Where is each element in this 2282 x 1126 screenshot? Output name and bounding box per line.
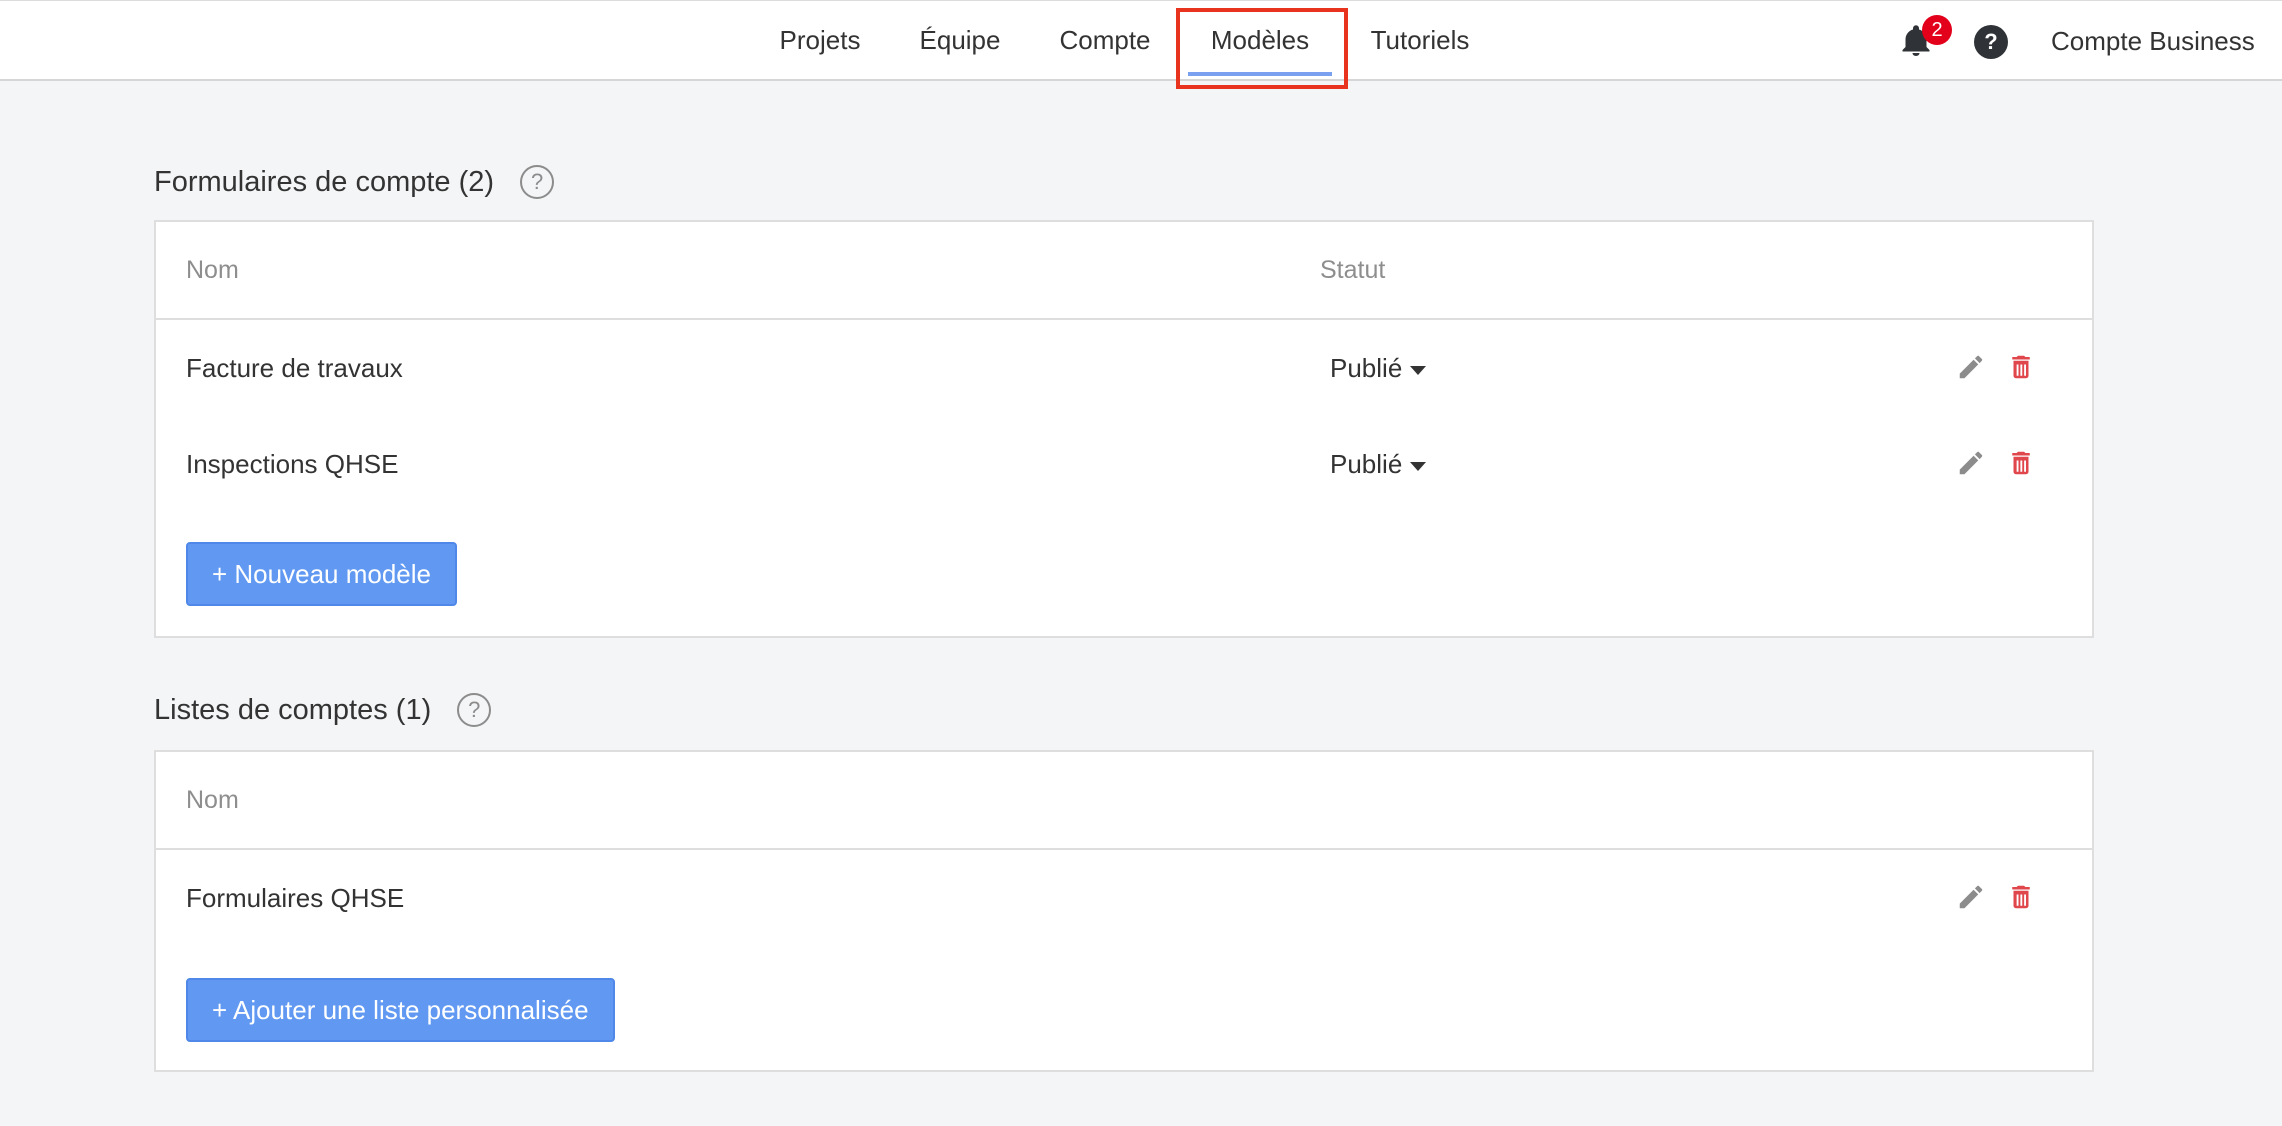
lists-table: Nom Formulaires QHSE + Ajouter une liste… xyxy=(154,750,2094,1072)
column-header-name: Nom xyxy=(186,785,239,814)
column-header-status: Statut xyxy=(1320,255,1386,284)
table-row: Formulaires QHSE xyxy=(156,850,2092,946)
trash-icon[interactable] xyxy=(2006,882,2038,914)
new-template-button[interactable]: + Nouveau modèle xyxy=(186,542,457,606)
lists-section-title: Listes de comptes (1) xyxy=(154,693,432,726)
account-menu[interactable]: Compte Business xyxy=(2051,1,2255,82)
add-custom-list-button[interactable]: + Ajouter une liste personnalisée xyxy=(186,978,615,1042)
question-circle-icon[interactable]: ? xyxy=(457,693,492,727)
top-navbar: Projets Équipe Compte Modèles Tutoriels … xyxy=(0,0,2282,81)
caret-down-icon xyxy=(1410,461,1427,471)
table-row: Inspections QHSE Publié xyxy=(156,416,2092,512)
status-value: Publié xyxy=(1330,448,1403,479)
status-dropdown[interactable]: Publié xyxy=(1330,320,1427,416)
trash-icon[interactable] xyxy=(2006,448,2038,480)
tab-modeles[interactable]: Modèles xyxy=(1180,1,1340,80)
trash-icon[interactable] xyxy=(2006,352,2038,384)
caret-down-icon xyxy=(1410,365,1427,375)
lists-section-header: Listes de comptes (1) ? xyxy=(154,692,492,728)
column-header-name: Nom xyxy=(186,255,239,284)
pencil-icon[interactable] xyxy=(1956,448,1988,480)
question-circle-icon[interactable]: ? xyxy=(520,165,555,199)
status-value: Publié xyxy=(1330,352,1403,383)
table-header: Nom xyxy=(156,752,2092,850)
list-name[interactable]: Formulaires QHSE xyxy=(186,850,404,946)
form-name[interactable]: Facture de travaux xyxy=(186,320,403,416)
table-header: Nom Statut xyxy=(156,222,2092,320)
status-dropdown[interactable]: Publié xyxy=(1330,416,1427,512)
tab-compte[interactable]: Compte xyxy=(1050,1,1160,80)
forms-section-header: Formulaires de compte (2) ? xyxy=(154,164,555,200)
tab-equipe[interactable]: Équipe xyxy=(910,1,1010,80)
table-row: Facture de travaux Publié xyxy=(156,320,2092,416)
help-icon[interactable]: ? xyxy=(1974,25,2008,59)
notification-badge: 2 xyxy=(1922,15,1952,45)
tab-tutoriels[interactable]: Tutoriels xyxy=(1360,1,1480,80)
pencil-icon[interactable] xyxy=(1956,882,1988,914)
pencil-icon[interactable] xyxy=(1956,352,1988,384)
forms-section-title: Formulaires de compte (2) xyxy=(154,165,495,198)
form-name[interactable]: Inspections QHSE xyxy=(186,416,398,512)
forms-table: Nom Statut Facture de travaux Publié Ins… xyxy=(154,220,2094,638)
tab-projets[interactable]: Projets xyxy=(770,1,870,80)
